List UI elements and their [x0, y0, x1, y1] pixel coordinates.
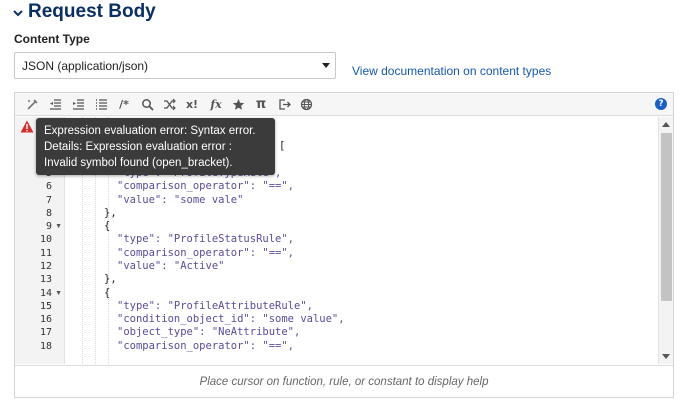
- chevron-down-icon[interactable]: [12, 6, 24, 18]
- line-number: 8: [45, 208, 52, 219]
- tooltip-line: Invalid symbol found (open_bracket).: [44, 157, 233, 169]
- line-number: 15: [39, 301, 52, 312]
- line-number: 6: [45, 181, 52, 192]
- fold-arrow-icon[interactable]: ▼: [55, 287, 62, 300]
- help-icon[interactable]: ?: [655, 98, 667, 110]
- help-bar: Place cursor on function, rule, or const…: [15, 365, 673, 397]
- code-line: "type": "ProfileAttributeRule",: [117, 300, 313, 312]
- line-number: 12: [39, 261, 52, 272]
- code-line: },: [104, 207, 117, 219]
- line-number: 18: [39, 341, 52, 352]
- editor-toolbar: /* x! fx π ?: [15, 93, 673, 116]
- code-line: "object_type": "NeAttribute",: [117, 326, 301, 338]
- search-icon[interactable]: [139, 96, 155, 112]
- code-line: "type": "ProfileStatusRule",: [117, 233, 295, 245]
- line-number: 17: [39, 327, 52, 338]
- caret-down-icon: [322, 63, 330, 68]
- fold-arrow-icon[interactable]: ▼: [55, 220, 62, 233]
- line-number: 7: [45, 195, 52, 206]
- list-icon[interactable]: [93, 96, 109, 112]
- content-type-value: JSON (application/json): [22, 58, 149, 73]
- globe-icon[interactable]: [298, 96, 314, 112]
- outdent-icon[interactable]: [47, 96, 63, 112]
- code-line: "value": "Active": [117, 260, 225, 272]
- code-line: "comparison_operator": "==",: [117, 247, 295, 259]
- tooltip-line: Expression evaluation error: Syntax erro…: [44, 125, 256, 137]
- code-line: "condition_object_id": "some value",: [117, 313, 345, 325]
- code-line: {: [104, 287, 111, 299]
- line-number: 9: [45, 221, 52, 232]
- pi-icon[interactable]: π: [253, 96, 269, 112]
- content-types-doc-link[interactable]: View documentation on content types: [352, 64, 551, 78]
- code-line: [: [279, 140, 286, 152]
- shuffle-icon[interactable]: [161, 96, 177, 112]
- indent-icon[interactable]: [70, 96, 86, 112]
- line-number: 13: [39, 274, 52, 285]
- error-tooltip: Expression evaluation error: Syntax erro…: [36, 118, 275, 175]
- code-line: "value": "some vale": [117, 194, 244, 206]
- tooltip-line: Details: Expression evaluation error :: [44, 141, 232, 153]
- line-number: 16: [39, 314, 52, 325]
- scroll-up-icon[interactable]: [662, 122, 670, 127]
- line-number: 11: [39, 248, 52, 259]
- content-type-select[interactable]: JSON (application/json): [14, 52, 336, 79]
- vertical-scrollbar[interactable]: [658, 117, 673, 364]
- error-warning-icon[interactable]: [20, 120, 34, 133]
- line-number: 10: [39, 234, 52, 245]
- line-number: 14: [39, 288, 52, 299]
- function-icon[interactable]: fx: [208, 96, 224, 112]
- section-title: Request Body: [28, 1, 156, 22]
- code-line: "comparison_operator": "==",: [117, 180, 295, 192]
- content-type-label: Content Type: [14, 32, 90, 46]
- code-line: "comparison_operator": "==",: [117, 340, 295, 352]
- scroll-thumb[interactable]: [661, 133, 672, 301]
- export-icon[interactable]: [276, 96, 292, 112]
- remove-format-icon[interactable]: [24, 96, 40, 112]
- section-header[interactable]: Request Body: [12, 0, 156, 24]
- code-line: },: [104, 273, 117, 285]
- comment-icon[interactable]: /*: [116, 96, 132, 112]
- scroll-down-icon[interactable]: [662, 354, 670, 359]
- code-line: {: [104, 220, 111, 232]
- star-icon[interactable]: [230, 96, 246, 112]
- x-exclamation-icon[interactable]: x!: [184, 96, 200, 112]
